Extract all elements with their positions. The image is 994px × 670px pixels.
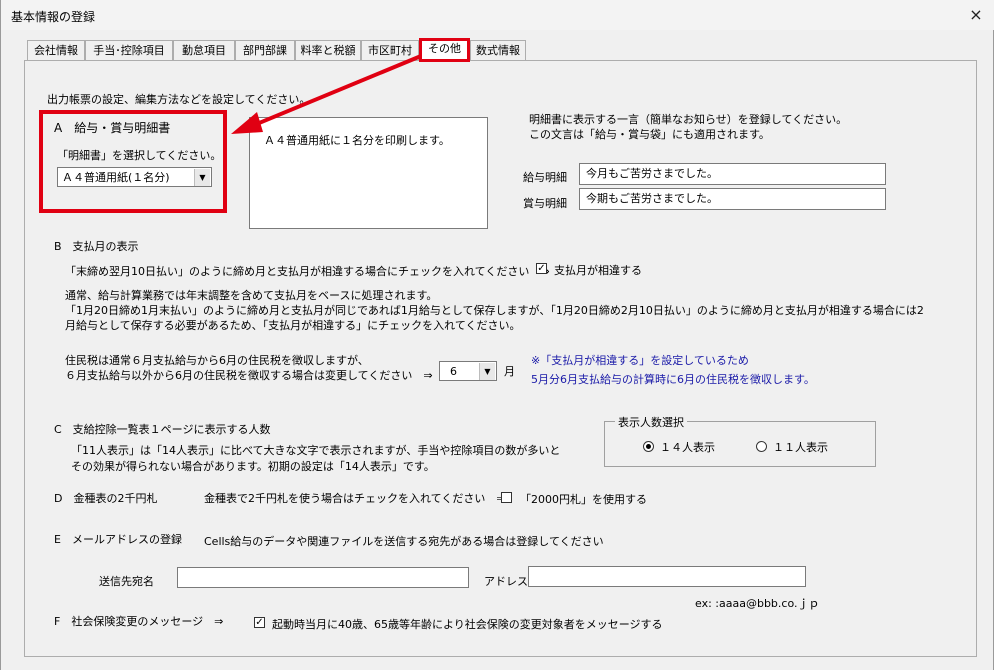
arrow-shaft xyxy=(246,54,422,130)
dialog-window: 基本情報の登録 × 会社情報 手当･控除項目 勤怠項目 部門部課 料率と税額 市… xyxy=(0,0,994,670)
tab-other[interactable]: その他 xyxy=(419,38,470,62)
arrow-head xyxy=(231,112,263,134)
annotation-arrow xyxy=(231,54,422,134)
